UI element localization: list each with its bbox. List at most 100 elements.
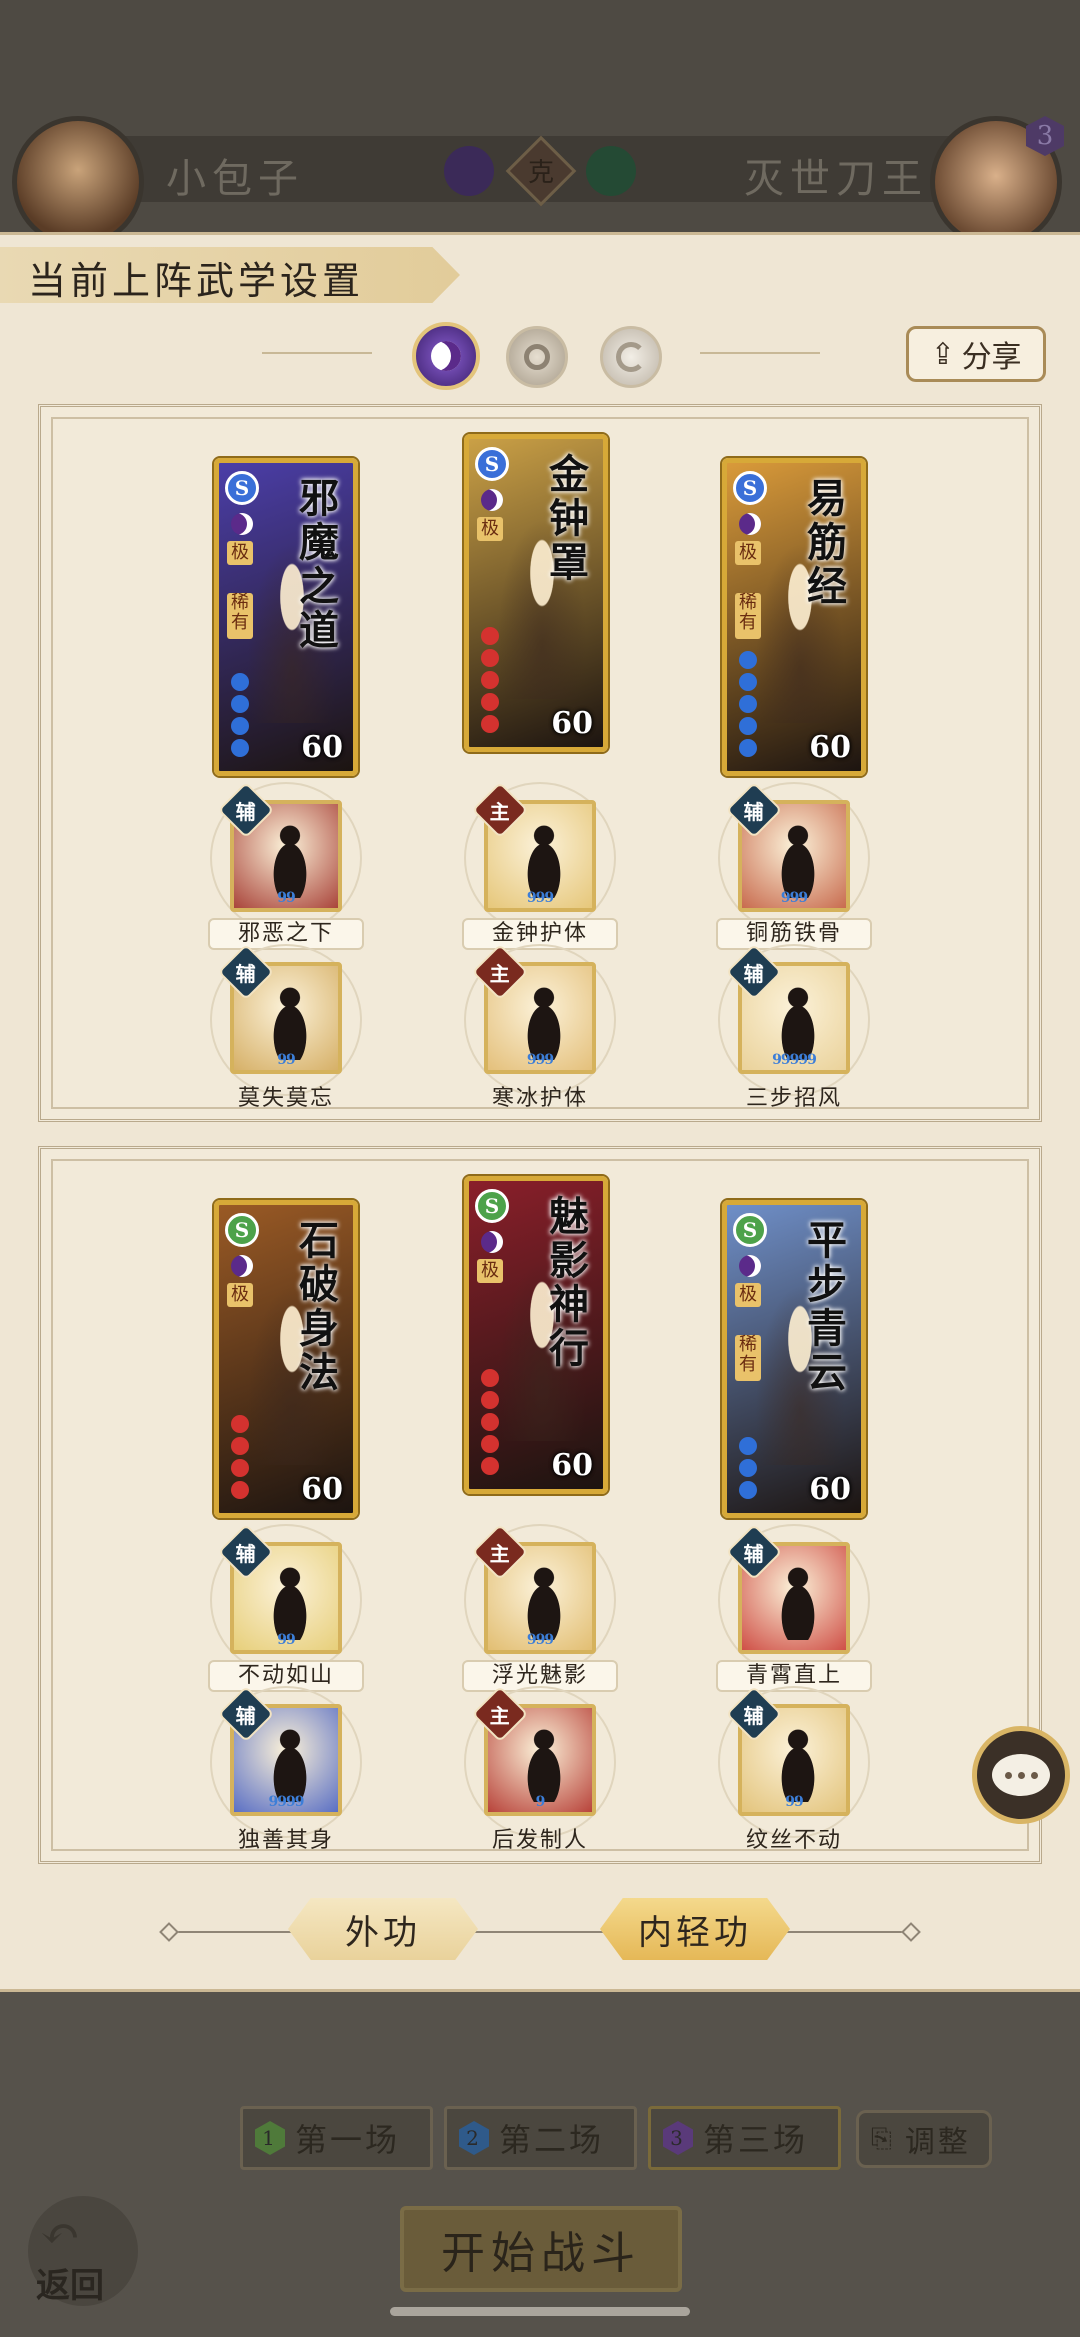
card-name: 魅影神行: [549, 1193, 589, 1372]
card-pip: [481, 1435, 499, 1453]
card-pip: [739, 717, 757, 735]
skill-card[interactable]: S 极 金钟罩 60: [464, 434, 608, 752]
tab-outer-martial[interactable]: 外功: [288, 1898, 478, 1960]
tab-divider: [168, 1931, 916, 1933]
card-level: 60: [301, 730, 343, 765]
skill-pips: 9999: [268, 1794, 305, 1810]
card-pip: [481, 715, 499, 733]
card-pip: [739, 739, 757, 757]
stage-1-button[interactable]: 1 第一场: [240, 2106, 433, 2170]
tab-inner-label: 内轻功: [638, 1912, 752, 1953]
card-pip: [231, 673, 249, 691]
skill-name: 纹丝不动: [745, 1828, 842, 1853]
grade-badge-icon: S: [225, 1213, 259, 1247]
adjust-button[interactable]: ⎘ 调整: [856, 2110, 992, 2168]
card-pip: [739, 1437, 757, 1455]
back-button[interactable]: ↶ 返回: [28, 2196, 138, 2306]
card-pip: [481, 1369, 499, 1387]
grade-badge-icon: S: [733, 471, 767, 505]
home-indicator: [390, 2307, 690, 2316]
card-pip: [231, 1459, 249, 1477]
chat-button[interactable]: [972, 1726, 1070, 1824]
card-level: 60: [809, 1472, 851, 1507]
card-pip: [739, 673, 757, 691]
card-name: 易筋经: [807, 475, 847, 610]
card-pip: [739, 695, 757, 713]
stage-1-label: 第一场: [295, 2121, 401, 2159]
skill-card[interactable]: S 极 石破身法 60: [214, 1200, 358, 1518]
card-pip: [231, 1415, 249, 1433]
start-battle-label: 开始战斗: [441, 2228, 641, 2279]
card-pip: [481, 1457, 499, 1475]
stage-2-label: 第二场: [499, 2121, 605, 2159]
moon-element-icon: [739, 513, 761, 535]
card-pip: [231, 739, 249, 757]
skill-silhouette: [768, 980, 828, 1060]
skill-type-label: 主: [490, 961, 510, 986]
card-tag: 稀有: [735, 593, 761, 639]
tab-outer-label: 外功: [345, 1912, 421, 1953]
card-tag: 稀有: [735, 1335, 761, 1381]
card-pips: [481, 1365, 503, 1475]
skill-type-label: 辅: [236, 961, 256, 986]
skill-card[interactable]: S 极稀有 平步青云 60: [722, 1200, 866, 1518]
skill-card[interactable]: S 极 魅影神行 60: [464, 1176, 608, 1494]
skill-pips: 999: [526, 890, 554, 906]
stage-3-button[interactable]: 3 第三场: [648, 2106, 841, 2170]
card-tag: 极: [227, 541, 253, 565]
skill-silhouette: [768, 1722, 828, 1802]
skill-type-label: 辅: [744, 1541, 764, 1566]
skill-pips: 99: [277, 1632, 295, 1648]
card-tag: 稀有: [227, 593, 253, 639]
moon-element-icon: [739, 1255, 761, 1277]
skill-type-label: 辅: [236, 1541, 256, 1566]
moon-element-icon: [231, 513, 253, 535]
card-level: 60: [301, 1472, 343, 1507]
card-pip: [481, 1391, 499, 1409]
card-pips: [739, 647, 761, 757]
skill-card[interactable]: S 极稀有 邪魔之道 60: [214, 458, 358, 776]
stage-1-icon: 1: [255, 2121, 285, 2155]
card-tag: 极: [735, 541, 761, 565]
skill-silhouette: [260, 980, 320, 1060]
skill-silhouette: [260, 818, 320, 898]
skill-type-label: 主: [490, 799, 510, 824]
start-battle-button[interactable]: 开始战斗: [400, 2206, 682, 2292]
chat-icon: [992, 1754, 1050, 1796]
grade-badge-icon: S: [733, 1213, 767, 1247]
grade-badge-icon: S: [475, 447, 509, 481]
card-name: 金钟罩: [549, 451, 589, 586]
skill-pips: 99: [785, 1794, 803, 1810]
card-pip: [739, 1481, 757, 1499]
card-pips: [231, 1411, 253, 1499]
card-pip: [739, 651, 757, 669]
skill-type-label: 辅: [744, 961, 764, 986]
skill-name: 三步招风: [745, 1086, 842, 1111]
card-pip: [231, 695, 249, 713]
skill-name: 莫失莫忘: [237, 1086, 334, 1111]
adjust-label: 调整: [904, 2125, 971, 2160]
skill-pips: 99: [277, 1052, 295, 1068]
stage-2-icon: 2: [459, 2121, 489, 2155]
skill-card[interactable]: S 极稀有 易筋经 60: [722, 458, 866, 776]
card-pip: [481, 1413, 499, 1431]
stage-2-button[interactable]: 2 第二场: [444, 2106, 637, 2170]
skill-silhouette: [514, 1560, 574, 1640]
card-pip: [481, 649, 499, 667]
skill-type-label: 辅: [236, 799, 256, 824]
skill-name: 寒冰护体: [491, 1086, 588, 1111]
card-pip: [231, 1437, 249, 1455]
card-level: 60: [551, 706, 593, 741]
card-pips: [481, 623, 503, 733]
card-pip: [481, 627, 499, 645]
skill-name: 后发制人: [491, 1828, 588, 1853]
tab-inner-martial[interactable]: 内轻功: [600, 1898, 790, 1960]
card-name: 平步青云: [807, 1217, 847, 1396]
skill-pips: 99: [277, 890, 295, 906]
card-level: 60: [809, 730, 851, 765]
skill-pips: 999: [780, 890, 808, 906]
stage-3-label: 第三场: [703, 2121, 809, 2159]
moon-element-icon: [481, 1231, 503, 1253]
skill-silhouette: [768, 1560, 828, 1640]
card-pip: [481, 693, 499, 711]
